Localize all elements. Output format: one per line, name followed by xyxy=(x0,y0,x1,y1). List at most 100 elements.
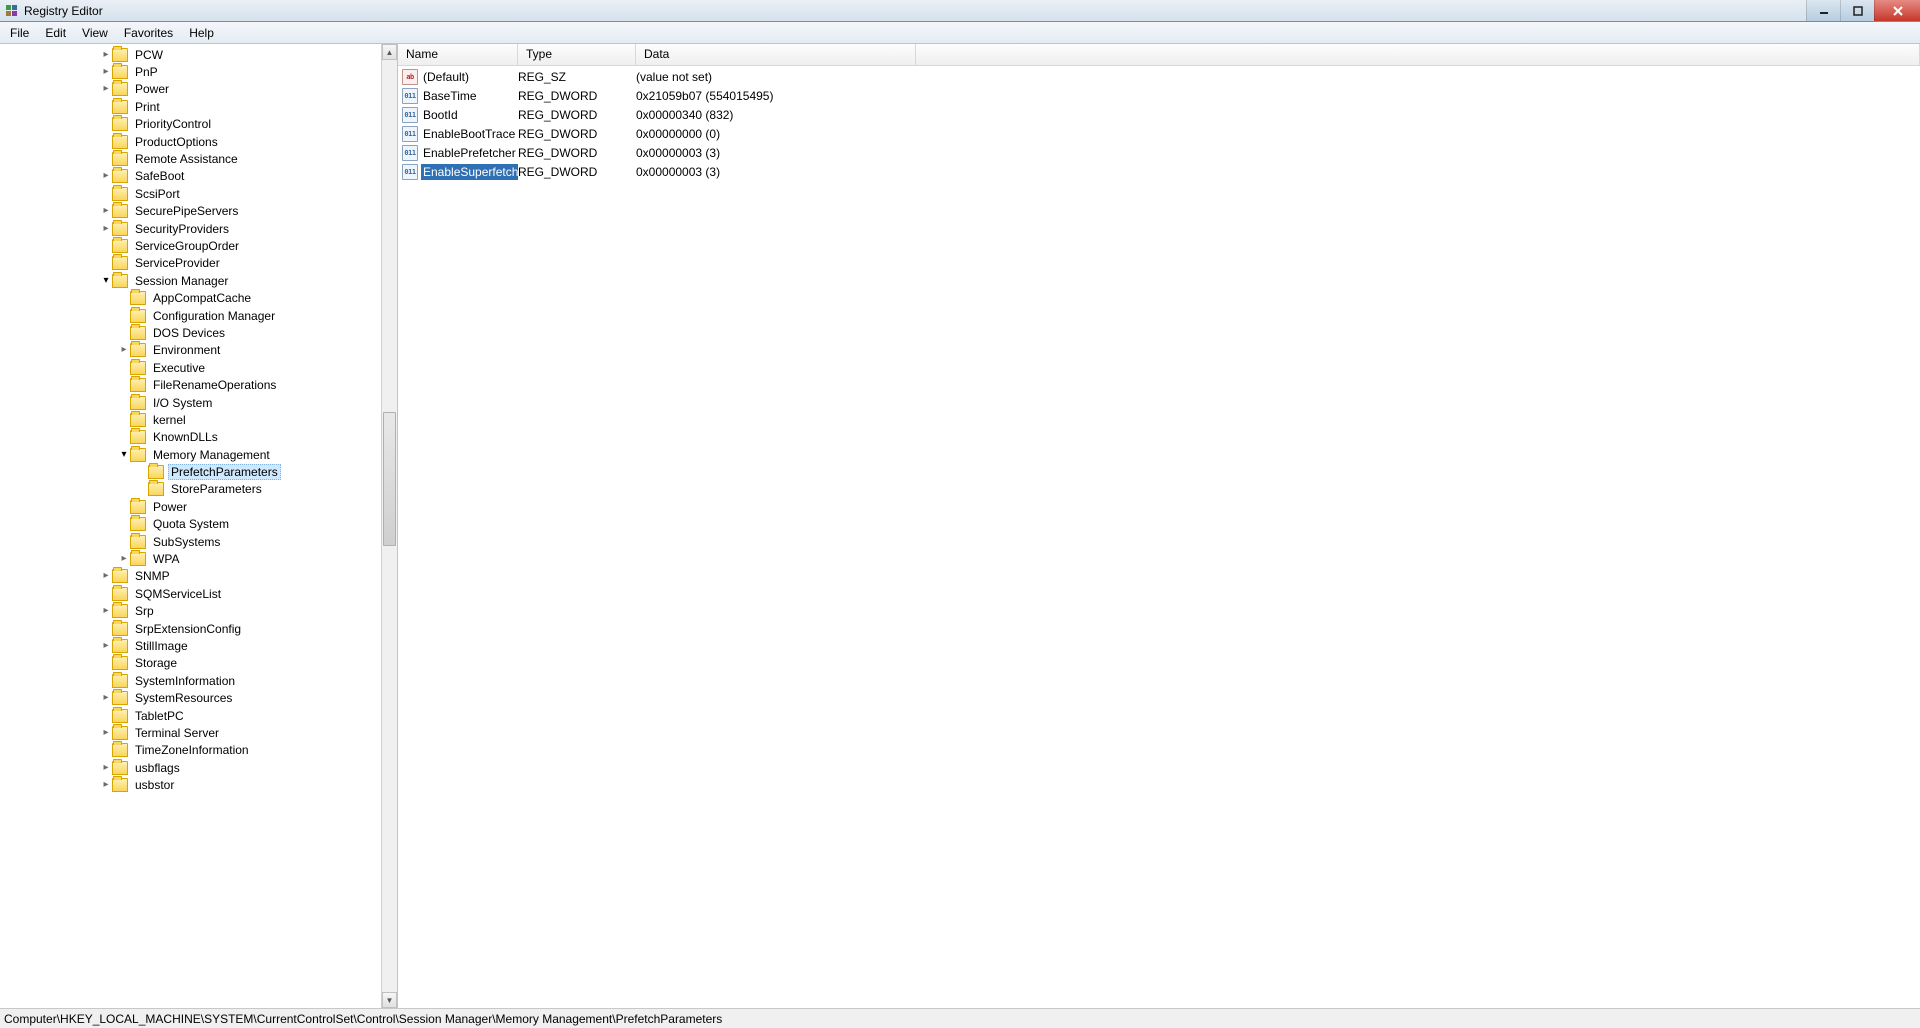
expand-icon[interactable]: ▸ xyxy=(100,206,112,216)
folder-icon xyxy=(130,378,146,392)
tree-node[interactable]: ▸SecurityProviders xyxy=(0,220,381,237)
collapse-icon[interactable]: ▾ xyxy=(100,276,112,286)
expand-icon[interactable]: ▸ xyxy=(118,345,130,355)
close-button[interactable] xyxy=(1874,0,1920,21)
menu-file[interactable]: File xyxy=(2,24,37,42)
expand-icon[interactable]: ▸ xyxy=(100,693,112,703)
scroll-down-button[interactable]: ▼ xyxy=(382,992,397,1008)
tree-node[interactable]: SubSystems xyxy=(0,533,381,550)
expand-icon[interactable]: ▸ xyxy=(100,728,112,738)
expand-icon[interactable]: ▸ xyxy=(118,554,130,564)
tree-node[interactable]: SystemInformation xyxy=(0,672,381,689)
folder-icon xyxy=(112,152,128,166)
folder-icon xyxy=(112,778,128,792)
tree-node[interactable]: Quota System xyxy=(0,516,381,533)
tree-node[interactable]: Configuration Manager xyxy=(0,307,381,324)
expand-icon[interactable]: ▸ xyxy=(100,780,112,790)
value-row[interactable]: 011BaseTimeREG_DWORD0x21059b07 (55401549… xyxy=(398,86,1920,105)
tree-node[interactable]: ▾Memory Management xyxy=(0,446,381,463)
tree-node[interactable]: ▸PnP xyxy=(0,63,381,80)
tree-node-label: Power xyxy=(150,499,190,515)
tree-node[interactable]: ▸usbflags xyxy=(0,759,381,776)
expand-icon[interactable]: ▸ xyxy=(100,224,112,234)
value-type: REG_DWORD xyxy=(518,165,636,179)
tree-node[interactable]: Power xyxy=(0,498,381,515)
tree-node[interactable]: SQMServiceList xyxy=(0,585,381,602)
column-header-data[interactable]: Data xyxy=(636,44,916,65)
value-row[interactable]: 011EnablePrefetcherREG_DWORD0x00000003 (… xyxy=(398,143,1920,162)
tree-node-label: SQMServiceList xyxy=(132,586,224,602)
tree-node[interactable]: TabletPC xyxy=(0,707,381,724)
tree-node[interactable]: ▸StillImage xyxy=(0,637,381,654)
menu-edit[interactable]: Edit xyxy=(37,24,74,42)
column-header-name[interactable]: Name xyxy=(398,44,518,65)
registry-tree[interactable]: ▸PCW▸PnP▸PowerPrintPriorityControlProduc… xyxy=(0,44,381,794)
window-title: Registry Editor xyxy=(24,4,103,18)
tree-node-label: Environment xyxy=(150,342,223,358)
tree-node[interactable]: ScsiPort xyxy=(0,185,381,202)
expand-icon[interactable]: ▸ xyxy=(100,641,112,651)
tree-node[interactable]: ▸Power xyxy=(0,81,381,98)
tree-node[interactable]: Executive xyxy=(0,359,381,376)
tree-node[interactable]: SrpExtensionConfig xyxy=(0,620,381,637)
tree-node[interactable]: KnownDLLs xyxy=(0,429,381,446)
tree-node[interactable]: ServiceGroupOrder xyxy=(0,237,381,254)
tree-node[interactable]: I/O System xyxy=(0,394,381,411)
tree-node-label: SystemInformation xyxy=(132,673,238,689)
tree-node[interactable]: ▾Session Manager xyxy=(0,272,381,289)
expand-icon[interactable]: ▸ xyxy=(100,763,112,773)
tree-scrollbar[interactable]: ▲ ▼ xyxy=(381,44,397,1008)
folder-icon xyxy=(130,326,146,340)
expand-icon[interactable]: ▸ xyxy=(100,50,112,60)
tree-node[interactable]: ▸SecurePipeServers xyxy=(0,203,381,220)
column-header-type[interactable]: Type xyxy=(518,44,636,65)
value-row[interactable]: 011BootIdREG_DWORD0x00000340 (832) xyxy=(398,105,1920,124)
tree-node-label: WPA xyxy=(150,551,182,567)
tree-node[interactable]: Print xyxy=(0,98,381,115)
tree-node[interactable]: AppCompatCache xyxy=(0,289,381,306)
tree-node[interactable]: ▸Terminal Server xyxy=(0,724,381,741)
tree-node-label: DOS Devices xyxy=(150,325,228,341)
value-row[interactable]: 011EnableBootTraceREG_DWORD0x00000000 (0… xyxy=(398,124,1920,143)
values-list[interactable]: ab(Default)REG_SZ(value not set)011BaseT… xyxy=(398,66,1920,1008)
tree-node[interactable]: PrefetchParameters xyxy=(0,463,381,480)
tree-node[interactable]: Remote Assistance xyxy=(0,150,381,167)
expand-icon[interactable]: ▸ xyxy=(100,171,112,181)
tree-node[interactable]: ▸usbstor xyxy=(0,776,381,793)
tree-node-label: StoreParameters xyxy=(168,481,265,497)
tree-node[interactable]: ▸ WPA xyxy=(0,550,381,567)
scroll-thumb[interactable] xyxy=(383,412,396,546)
expand-icon[interactable]: ▸ xyxy=(100,571,112,581)
expand-icon[interactable]: ▸ xyxy=(100,84,112,94)
tree-node-label: AppCompatCache xyxy=(150,290,254,306)
folder-icon xyxy=(112,256,128,270)
tree-node[interactable]: PriorityControl xyxy=(0,116,381,133)
maximize-button[interactable] xyxy=(1840,0,1874,21)
tree-node[interactable]: ▸SystemResources xyxy=(0,689,381,706)
menu-favorites[interactable]: Favorites xyxy=(116,24,181,42)
tree-node[interactable]: ▸SafeBoot xyxy=(0,168,381,185)
menu-help[interactable]: Help xyxy=(181,24,222,42)
tree-node[interactable]: Storage xyxy=(0,655,381,672)
tree-node[interactable]: FileRenameOperations xyxy=(0,376,381,393)
expand-icon[interactable]: ▸ xyxy=(100,606,112,616)
tree-node[interactable]: ▸PCW xyxy=(0,46,381,63)
expand-icon[interactable]: ▸ xyxy=(100,67,112,77)
value-row[interactable]: 011EnableSuperfetchREG_DWORD0x00000003 (… xyxy=(398,162,1920,181)
scroll-up-button[interactable]: ▲ xyxy=(382,44,397,60)
value-row[interactable]: ab(Default)REG_SZ(value not set) xyxy=(398,67,1920,86)
tree-node[interactable]: ▸ Environment xyxy=(0,342,381,359)
collapse-icon[interactable]: ▾ xyxy=(118,450,130,460)
tree-node[interactable]: ServiceProvider xyxy=(0,255,381,272)
tree-node[interactable]: DOS Devices xyxy=(0,324,381,341)
tree-node[interactable]: kernel xyxy=(0,411,381,428)
tree-node[interactable]: StoreParameters xyxy=(0,481,381,498)
tree-node[interactable]: TimeZoneInformation xyxy=(0,742,381,759)
tree-node[interactable]: ▸SNMP xyxy=(0,568,381,585)
tree-node[interactable]: ▸Srp xyxy=(0,603,381,620)
menu-view[interactable]: View xyxy=(74,24,116,42)
binary-value-icon: 011 xyxy=(402,126,418,142)
tree-node-label: Configuration Manager xyxy=(150,308,278,324)
tree-node[interactable]: ProductOptions xyxy=(0,133,381,150)
minimize-button[interactable] xyxy=(1806,0,1840,21)
